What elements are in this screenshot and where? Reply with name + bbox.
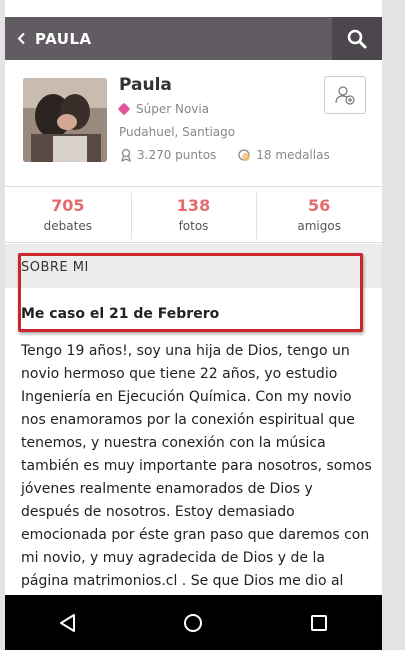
nav-recent-button[interactable] bbox=[299, 603, 339, 643]
trophy-icon bbox=[121, 148, 131, 162]
phone-screen: PAULA Paula Súper Novia Pudahuel, Santia… bbox=[5, 0, 382, 650]
about-bio: Tengo 19 años!, soy una hija de Dios, te… bbox=[21, 343, 372, 612]
count-label: fotos bbox=[178, 219, 209, 233]
profile-location: Pudahuel, Santiago bbox=[119, 125, 236, 139]
avatar[interactable] bbox=[23, 78, 107, 162]
nav-back-button[interactable] bbox=[48, 603, 88, 643]
about-subtitle: Me caso el 21 de Febrero bbox=[21, 306, 220, 322]
back-button[interactable]: PAULA bbox=[17, 17, 92, 60]
count-label: amigos bbox=[297, 219, 341, 233]
app-bar-title: PAULA bbox=[35, 29, 92, 48]
rank-label: Súper Novia bbox=[136, 102, 210, 116]
profile-stats: 3.270 puntos 18 medallas bbox=[119, 148, 330, 162]
count-amigos[interactable]: 56 amigos bbox=[256, 187, 382, 242]
count-fotos[interactable]: 138 fotos bbox=[130, 187, 257, 242]
medals-count: 18 medallas bbox=[256, 148, 330, 162]
profile-name: Paula bbox=[119, 75, 172, 95]
search-button[interactable] bbox=[332, 17, 382, 60]
points-count: 3.270 puntos bbox=[137, 148, 217, 162]
profile-counts: 705 debates 138 fotos 56 amigos bbox=[5, 186, 382, 243]
add-friend-button[interactable] bbox=[324, 76, 366, 114]
nav-home-button[interactable] bbox=[173, 603, 213, 643]
add-friend-icon bbox=[335, 86, 355, 105]
about-section-header: SOBRE MI bbox=[5, 244, 382, 288]
count-value: 705 bbox=[51, 196, 85, 215]
search-icon bbox=[347, 29, 367, 48]
about-title: SOBRE MI bbox=[21, 260, 89, 275]
status-strip bbox=[5, 0, 382, 17]
triangle-back-icon bbox=[59, 613, 75, 632]
count-debates[interactable]: 705 debates bbox=[5, 187, 131, 242]
profile-header: Paula Súper Novia Pudahuel, Santiago 3.2… bbox=[5, 60, 382, 187]
app-bar: PAULA bbox=[5, 17, 382, 60]
count-value: 56 bbox=[308, 196, 331, 215]
count-value: 138 bbox=[176, 196, 211, 215]
profile-rank: Súper Novia bbox=[117, 102, 210, 116]
circle-home-icon bbox=[184, 613, 203, 632]
count-label: debates bbox=[43, 219, 92, 233]
square-recent-icon bbox=[311, 614, 328, 631]
medal-icon bbox=[238, 149, 251, 161]
chevron-left-icon bbox=[17, 32, 25, 45]
android-nav-bar bbox=[5, 595, 382, 650]
rank-badge-icon bbox=[117, 102, 131, 116]
